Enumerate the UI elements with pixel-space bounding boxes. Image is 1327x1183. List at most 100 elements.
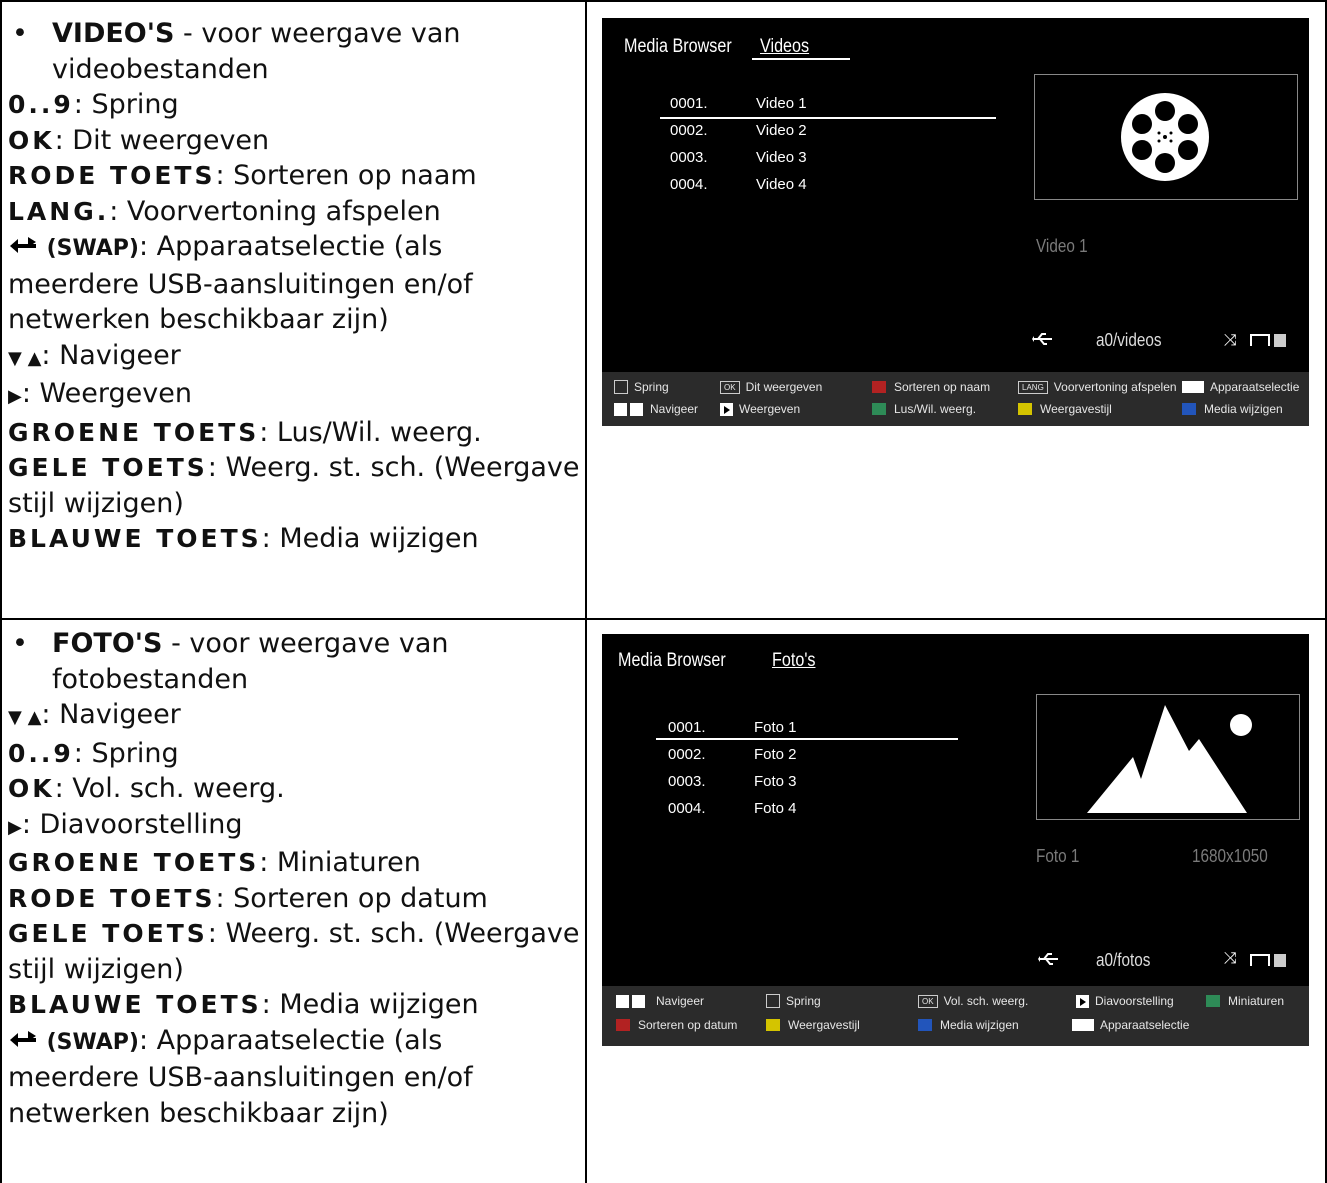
swap-icon bbox=[1182, 381, 1204, 393]
legend-label: Media wijzigen bbox=[1204, 402, 1283, 416]
photo-key-legend: Navigeer Spring OK Vol. sch. weerg. Diavo… bbox=[602, 986, 1309, 1046]
video-media-browser-screen: Media Browser Videos 0001. Video 1 0002. V… bbox=[602, 18, 1309, 426]
key-label: BLAUWE TOETS bbox=[8, 524, 262, 553]
key-label: LANG. bbox=[8, 196, 110, 226]
key-desc: : Vol. sch. weerg. bbox=[54, 773, 285, 804]
down-arrow-icon: ▼ bbox=[8, 707, 22, 728]
usb-icon bbox=[1038, 953, 1058, 965]
key-desc: : Navigeer bbox=[41, 699, 181, 730]
list-item[interactable]: 0004. Video 4 bbox=[670, 171, 807, 198]
tab-videos[interactable]: Videos bbox=[760, 36, 809, 58]
media-path: a0/videos bbox=[1096, 330, 1162, 350]
section-desc: - voor weergave van bbox=[162, 628, 449, 659]
list-item[interactable]: 0003. Video 3 bbox=[670, 144, 807, 171]
instruction-line: BLAUWE TOETS: Media wijzigen bbox=[8, 987, 583, 1023]
legend-item: Apparaatselectie bbox=[1182, 380, 1299, 394]
item-name: Video 4 bbox=[756, 176, 807, 193]
blue-key-icon bbox=[1182, 403, 1196, 415]
legend-label: Spring bbox=[634, 380, 669, 394]
instruction-line: LANG.: Voorvertoning afspelen bbox=[8, 194, 583, 230]
mountain-image-icon bbox=[1087, 705, 1252, 813]
list-item[interactable]: 0001. Video 1 bbox=[670, 90, 807, 117]
legend-label: Diavoorstelling bbox=[1095, 994, 1174, 1008]
instruction-line: ▼ ▲: Navigeer bbox=[8, 338, 583, 377]
legend-item: Sorteren op naam bbox=[872, 380, 990, 394]
up-key-icon bbox=[632, 994, 645, 1008]
swap-arrows-icon bbox=[10, 237, 36, 253]
usb-icon bbox=[1032, 333, 1052, 345]
lang-key-icon: LANG bbox=[1018, 380, 1048, 394]
list-item[interactable]: 0004. Foto 4 bbox=[668, 795, 797, 822]
item-number: 0003. bbox=[670, 149, 708, 166]
list-item[interactable]: 0002. Video 2 bbox=[670, 117, 807, 144]
instruction-line: GELE TOETS: Weerg. st. sch. (Weergave bbox=[8, 916, 583, 952]
item-number: 0002. bbox=[670, 122, 708, 139]
section-desc-cont: videobestanden bbox=[52, 53, 269, 85]
legend-label: Sorteren op naam bbox=[894, 380, 991, 394]
key-label: 0..9 bbox=[8, 738, 74, 768]
legend-item: Miniaturen bbox=[1206, 994, 1284, 1008]
section-desc: - voor weergave van bbox=[174, 18, 461, 49]
key-desc: : Miniaturen bbox=[259, 847, 421, 878]
instruction-line: 0..9: Spring bbox=[8, 736, 583, 772]
key-desc: : Apparaatselectie (als bbox=[138, 1024, 443, 1056]
down-key-icon bbox=[616, 994, 629, 1008]
shuffle-icon: ⤨ bbox=[1224, 332, 1237, 349]
list-item[interactable]: 0002. Foto 2 bbox=[668, 741, 797, 768]
item-name: Foto 4 bbox=[754, 800, 797, 817]
key-desc-cont: meerdere USB-aansluitingen en/of bbox=[8, 268, 473, 300]
item-name: Video 1 bbox=[756, 95, 807, 112]
list-item[interactable]: 0001. Foto 1 bbox=[668, 714, 797, 741]
key-desc-cont: netwerken beschikbaar zijn) bbox=[8, 1097, 389, 1129]
media-path: a0/fotos bbox=[1096, 950, 1151, 970]
instruction-line: 0..9: Spring bbox=[8, 87, 583, 123]
tab-underline bbox=[752, 58, 850, 60]
legend-item: LANG Voorvertoning afspelen bbox=[1018, 380, 1177, 394]
legend-label: Weergavestijl bbox=[788, 1018, 860, 1032]
key-desc-cont: stijl wijzigen) bbox=[8, 487, 184, 519]
legend-item: Media wijzigen bbox=[1182, 402, 1283, 416]
item-number: 0002. bbox=[668, 746, 706, 763]
video-file-list: 0001. Video 1 0002. Video 2 0003. Video 3 0… bbox=[670, 90, 807, 198]
instruction-line: (SWAP): Apparaatselectie (als bbox=[8, 229, 583, 267]
key-label: RODE TOETS bbox=[8, 883, 216, 913]
key-label: (SWAP) bbox=[46, 236, 139, 261]
instruction-line: RODE TOETS: Sorteren op naam bbox=[8, 158, 583, 194]
red-key-icon bbox=[616, 1019, 630, 1031]
preview-caption: Video 1 bbox=[1036, 236, 1088, 256]
legend-item: Weergavestijl bbox=[1018, 402, 1112, 416]
video-preview bbox=[1034, 74, 1298, 200]
key-desc-cont: netwerken beschikbaar zijn) bbox=[8, 304, 389, 335]
play-arrow-icon: ▶ bbox=[8, 816, 22, 838]
key-label: (SWAP) bbox=[46, 1029, 139, 1055]
ok-key-icon: OK bbox=[918, 994, 938, 1008]
photo-heading: • FOTO'S - voor weergave van bbox=[8, 626, 583, 662]
repeat-icon bbox=[1250, 954, 1270, 966]
key-label: OK bbox=[8, 125, 55, 155]
key-desc: : Spring bbox=[73, 89, 179, 120]
key-desc: : Navigeer bbox=[41, 339, 181, 371]
up-arrow-icon: ▲ bbox=[21, 347, 42, 369]
swap-arrows-icon bbox=[10, 1030, 36, 1047]
blue-key-icon bbox=[918, 1019, 932, 1031]
instruction-line: (SWAP): Apparaatselectie (als bbox=[8, 1023, 583, 1061]
key-desc: : Weerg. st. sch. (Weergave bbox=[207, 452, 580, 483]
film-reel-icon bbox=[1121, 93, 1209, 181]
legend-label: Miniaturen bbox=[1228, 994, 1285, 1008]
item-name: Foto 2 bbox=[754, 746, 797, 763]
instruction-line: ▶: Weergeven bbox=[8, 376, 583, 415]
list-item[interactable]: 0003. Foto 3 bbox=[668, 768, 797, 795]
shuffle-icon: ⤨ bbox=[1224, 950, 1237, 967]
key-label: GROENE TOETS bbox=[8, 848, 260, 877]
legend-label: Navigeer bbox=[650, 402, 699, 416]
legend-label: Apparaatselectie bbox=[1210, 380, 1300, 394]
status-bar-icon bbox=[1274, 334, 1286, 347]
key-desc: : Voorvertoning afspelen bbox=[109, 195, 441, 227]
status-bar-icon bbox=[1274, 954, 1286, 967]
legend-item: Weergavestijl bbox=[766, 1018, 860, 1032]
video-instructions: • VIDEO'S - voor weergave van videobestan… bbox=[8, 16, 583, 557]
table-border-top bbox=[0, 0, 1326, 2]
section-title: VIDEO'S bbox=[52, 18, 175, 49]
tab-photos[interactable]: Foto's bbox=[772, 650, 815, 672]
numpad-icon bbox=[614, 380, 628, 394]
